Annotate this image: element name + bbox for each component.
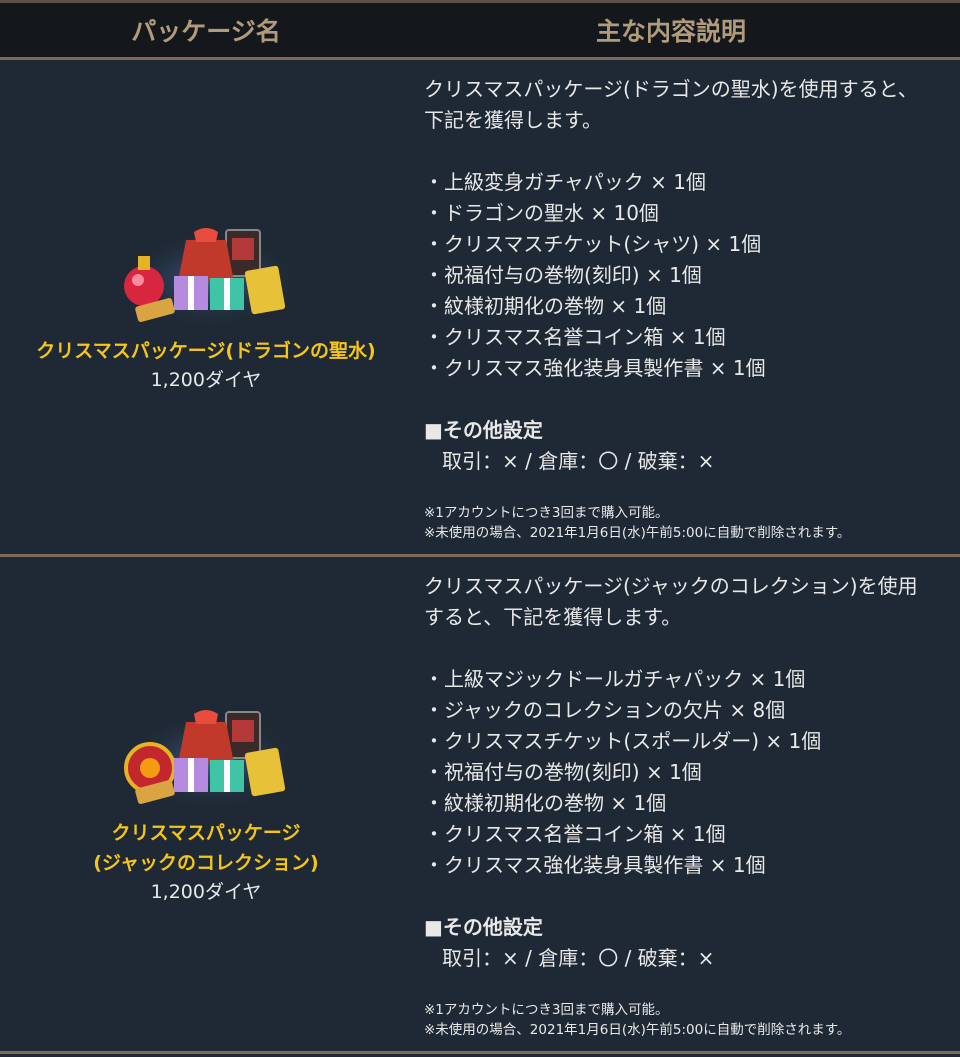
- header-contents: 主な内容説明: [595, 17, 746, 46]
- list-item: ・クリスマス名誉コイン箱 × 1個: [424, 822, 726, 846]
- description-line: クリスマスパッケージ(ジャックのコレクション)を使用: [424, 574, 918, 598]
- package-name-sub: (ジャックのコレクション): [93, 852, 319, 874]
- package-name: クリスマスパッケージ(ドラゴンの聖水): [36, 340, 376, 362]
- list-item: ・ジャックのコレクションの欠片 × 8個: [424, 698, 786, 722]
- contents-cell: クリスマスパッケージ(ドラゴンの聖水)を使用すると、 下記を獲得します。 ・上級…: [412, 60, 960, 554]
- package-cell: クリスマスパッケージ(ドラゴンの聖水) 1,200ダイヤ: [0, 60, 412, 554]
- list-item: ・クリスマス名誉コイン箱 × 1個: [424, 325, 726, 349]
- notes: ※1アカウントにつき3回まで購入可能。 ※未使用の場合、2021年1月6日(水)…: [424, 503, 946, 543]
- notes: ※1アカウントにつき3回まで購入可能。 ※未使用の場合、2021年1月6日(水)…: [424, 1000, 946, 1040]
- description: クリスマスパッケージ(ドラゴンの聖水)を使用すると、 下記を獲得します。: [424, 74, 946, 136]
- list-item: ・上級変身ガチャパック × 1個: [424, 170, 706, 194]
- item-list: ・上級変身ガチャパック × 1個 ・ドラゴンの聖水 × 10個 ・クリスマスチケ…: [424, 167, 946, 384]
- package-name: クリスマスパッケージ: [111, 822, 301, 844]
- package-table: パッケージ名 主な内容説明 クリスマスパッケージ(ドラゴンの聖水) 1,200ダ…: [0, 0, 960, 1057]
- package-image-icon: [121, 228, 296, 330]
- list-item: ・上級マジックドールガチャパック × 1個: [424, 667, 806, 691]
- other-settings-value: 取引：× / 倉庫：〇 / 破棄：×: [442, 946, 715, 970]
- package-image-icon: [121, 710, 296, 812]
- list-item: ・クリスマスチケット(スポールダー) × 1個: [424, 729, 822, 753]
- other-settings-value: 取引：× / 倉庫：〇 / 破棄：×: [442, 449, 715, 473]
- package-cell: クリスマスパッケージ (ジャックのコレクション) 1,200ダイヤ: [0, 557, 412, 1051]
- table-row: クリスマスパッケージ(ドラゴンの聖水) 1,200ダイヤ クリスマスパッケージ(…: [0, 60, 960, 557]
- note: ※未使用の場合、2021年1月6日(水)午前5:00に自動で削除されます。: [424, 1022, 851, 1038]
- description: クリスマスパッケージ(ジャックのコレクション)を使用 すると、下記を獲得します。: [424, 571, 946, 633]
- list-item: ・クリスマス強化装身具製作書 × 1個: [424, 356, 766, 380]
- list-item: ・クリスマスチケット(シャツ) × 1個: [424, 232, 762, 256]
- other-settings-title: ■その他設定: [424, 418, 543, 442]
- contents-cell: クリスマスパッケージ(ジャックのコレクション)を使用 すると、下記を獲得します。…: [412, 557, 960, 1051]
- description-line: すると、下記を獲得します。: [424, 605, 682, 629]
- description-line: 下記を獲得します。: [424, 108, 602, 132]
- list-item: ・祝福付与の巻物(刻印) × 1個: [424, 263, 702, 287]
- list-item: ・クリスマス強化装身具製作書 × 1個: [424, 853, 766, 877]
- list-item: ・紋様初期化の巻物 × 1個: [424, 791, 667, 815]
- table-header: パッケージ名 主な内容説明: [0, 0, 960, 60]
- header-package-name: パッケージ名: [131, 17, 281, 46]
- note: ※1アカウントにつき3回まで購入可能。: [424, 505, 669, 521]
- other-settings-title: ■その他設定: [424, 915, 543, 939]
- table-row: クリスマスパッケージ (ジャックのコレクション) 1,200ダイヤ クリスマスパ…: [0, 557, 960, 1054]
- item-list: ・上級マジックドールガチャパック × 1個 ・ジャックのコレクションの欠片 × …: [424, 664, 946, 881]
- package-price: 1,200ダイヤ: [150, 881, 262, 903]
- list-item: ・紋様初期化の巻物 × 1個: [424, 294, 667, 318]
- description-line: クリスマスパッケージ(ドラゴンの聖水)を使用すると、: [424, 77, 918, 101]
- list-item: ・ドラゴンの聖水 × 10個: [424, 201, 659, 225]
- package-price: 1,200ダイヤ: [150, 369, 262, 391]
- note: ※未使用の場合、2021年1月6日(水)午前5:00に自動で削除されます。: [424, 525, 851, 541]
- list-item: ・祝福付与の巻物(刻印) × 1個: [424, 760, 702, 784]
- note: ※1アカウントにつき3回まで購入可能。: [424, 1002, 669, 1018]
